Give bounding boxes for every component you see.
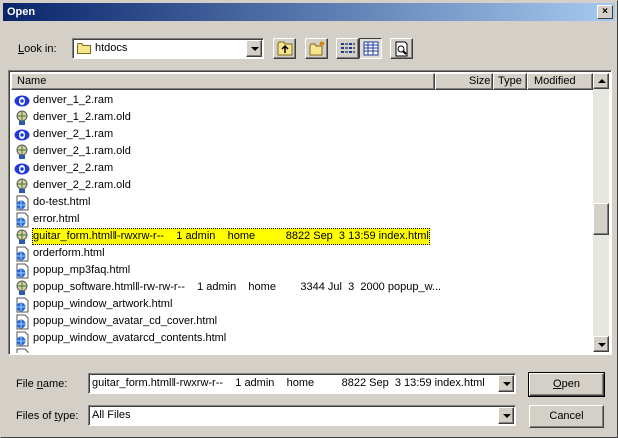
html-icon: [16, 297, 29, 313]
file-name-field[interactable]: guitar_form.html‖-rwxrw-r-- 1 admin home…: [88, 373, 516, 394]
list-item[interactable]: denver_2_1.ram: [11, 126, 591, 143]
files-of-type-label: Files of type:: [16, 410, 79, 422]
list-item[interactable]: do-test.html: [11, 194, 591, 211]
file-list[interactable]: Name Size Type Modified denver_1_2.ram d…: [8, 70, 612, 355]
list-item-partial[interactable]: [11, 347, 591, 353]
realaudio-icon: [14, 129, 30, 141]
list-item[interactable]: denver_2_2.ram.old: [11, 177, 591, 194]
chevron-down-icon[interactable]: [246, 40, 262, 57]
look-in-label: Look in:: [18, 43, 57, 55]
realaudio-icon: [14, 95, 30, 107]
window-title: Open: [7, 6, 36, 18]
column-header-size[interactable]: Size: [435, 73, 493, 90]
chevron-down-icon[interactable]: [498, 375, 514, 392]
list-item[interactable]: popup_window_avatar_cd_cover.html: [11, 313, 591, 330]
close-button[interactable]: ×: [597, 5, 613, 19]
html-icon: [16, 212, 29, 228]
scroll-thumb[interactable]: [593, 203, 609, 235]
generic-file-icon: [16, 229, 28, 244]
open-dialog: Open × Look in: htdocs Name Size Type Mo…: [0, 0, 618, 438]
html-icon: [16, 348, 29, 353]
details-view-button[interactable]: [359, 38, 382, 59]
list-item[interactable]: popup_software.html‖-rw-rw-r-- 1 admin h…: [11, 279, 591, 296]
generic-file-icon: [16, 178, 28, 193]
realaudio-icon: [14, 163, 30, 175]
look-in-dropdown[interactable]: htdocs: [72, 38, 264, 59]
list-item[interactable]: popup_window_artwork.html: [11, 296, 591, 313]
cancel-button[interactable]: Cancel: [529, 405, 604, 428]
column-header-type[interactable]: Type: [493, 73, 527, 90]
scroll-down-button[interactable]: [593, 336, 609, 352]
list-view-button[interactable]: [336, 38, 359, 59]
list-item[interactable]: orderform.html: [11, 245, 591, 262]
preview-icon: [395, 41, 408, 57]
list-item-selected[interactable]: guitar_form.html‖-rwxrw-r-- 1 admin home…: [11, 228, 591, 245]
create-new-folder-button[interactable]: [305, 38, 328, 59]
details-view-icon: [363, 41, 379, 56]
html-icon: [16, 246, 29, 262]
column-header-modified[interactable]: Modified: [527, 73, 593, 90]
html-icon: [16, 314, 29, 330]
look-in-value: htdocs: [95, 42, 128, 54]
up-one-level-button[interactable]: [273, 38, 296, 59]
scroll-up-button[interactable]: [593, 73, 609, 89]
list-item[interactable]: denver_1_2.ram.old: [11, 109, 591, 126]
list-item[interactable]: popup_window_avatarcd_contents.html: [11, 330, 591, 347]
file-name-label: File name:: [16, 378, 68, 390]
vertical-scrollbar[interactable]: [593, 73, 609, 352]
list-item[interactable]: denver_2_2.ram: [11, 160, 591, 177]
list-item[interactable]: denver_2_1.ram.old: [11, 143, 591, 160]
generic-file-icon: [16, 144, 28, 159]
list-item[interactable]: error.html: [11, 211, 591, 228]
column-header-name[interactable]: Name: [11, 73, 435, 90]
new-folder-icon: [309, 41, 325, 56]
generic-file-icon: [16, 110, 28, 125]
html-icon: [16, 195, 29, 211]
preview-button[interactable]: [390, 38, 413, 59]
list-view-icon: [341, 43, 355, 53]
title-bar[interactable]: Open ×: [3, 3, 615, 21]
html-icon: [16, 263, 29, 279]
chevron-down-icon[interactable]: [498, 407, 514, 424]
html-icon: [16, 331, 29, 347]
open-button[interactable]: Open: [528, 372, 605, 397]
files-of-type-dropdown[interactable]: All Files: [88, 405, 516, 426]
folder-icon: [77, 43, 91, 54]
up-folder-icon: [277, 41, 293, 56]
generic-file-icon: [16, 280, 28, 295]
list-item[interactable]: denver_1_2.ram: [11, 92, 591, 109]
list-item[interactable]: popup_mp3faq.html: [11, 262, 591, 279]
